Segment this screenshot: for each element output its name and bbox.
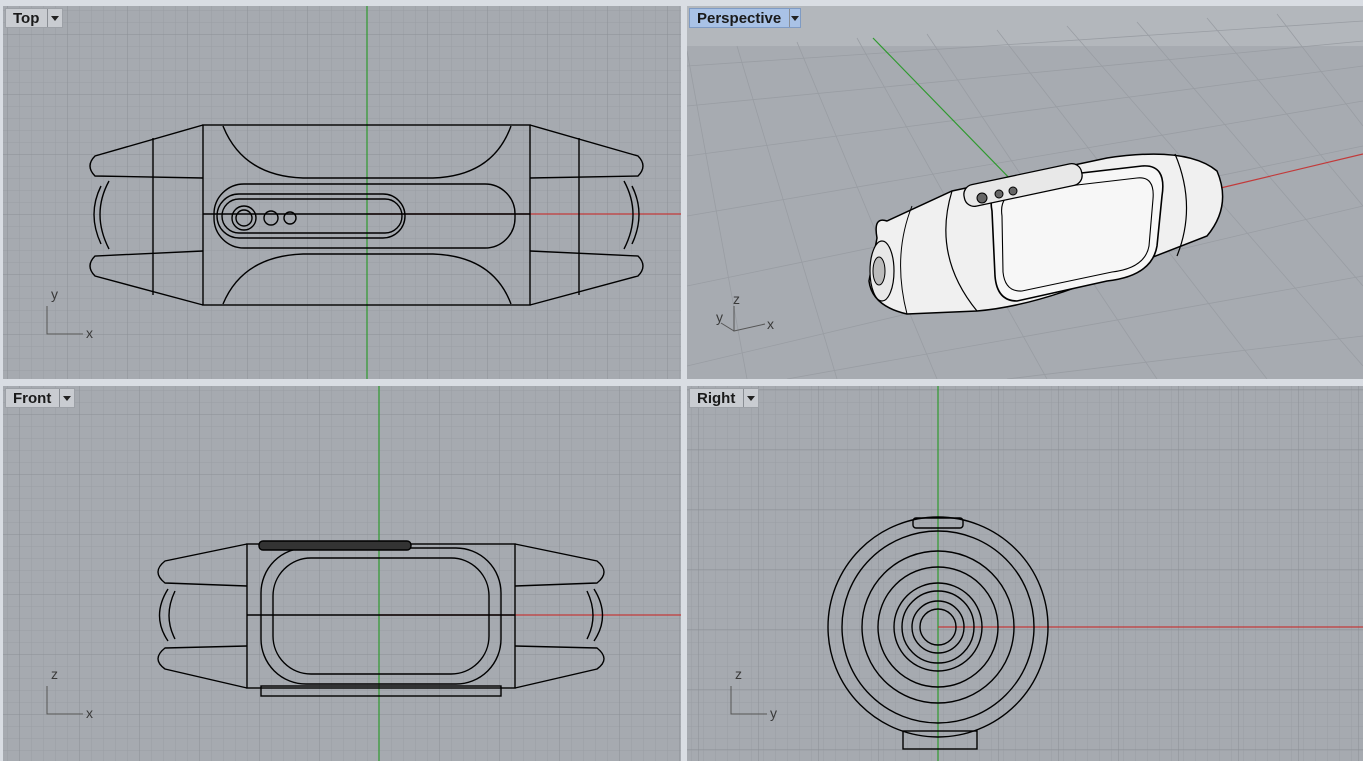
y-axis-line bbox=[872, 37, 1018, 187]
svg-text:x: x bbox=[86, 705, 93, 721]
svg-text:y: y bbox=[51, 286, 58, 302]
viewport-label-front: Front bbox=[13, 389, 52, 407]
dropdown-arrow-icon[interactable] bbox=[789, 9, 800, 27]
svg-text:y: y bbox=[770, 705, 777, 721]
dropdown-arrow-icon[interactable] bbox=[47, 9, 62, 27]
camera-model-perspective[interactable] bbox=[868, 153, 1224, 315]
front-view-canvas[interactable]: z x bbox=[3, 386, 681, 761]
viewport-front[interactable]: z x Front bbox=[3, 386, 681, 761]
viewport-tab-top[interactable]: Top bbox=[5, 8, 63, 28]
viewport-tab-perspective[interactable]: Perspective bbox=[689, 8, 801, 28]
viewport-right[interactable]: z y Right bbox=[687, 386, 1363, 761]
grid-major bbox=[687, 386, 1363, 761]
axis-gizmo-perspective: z y x bbox=[716, 291, 774, 332]
viewport-tab-front[interactable]: Front bbox=[5, 388, 75, 408]
viewport-perspective[interactable]: z y x Perspective bbox=[687, 6, 1363, 379]
right-view-canvas[interactable]: z y bbox=[687, 386, 1363, 761]
svg-text:x: x bbox=[86, 325, 93, 341]
viewport-label-right: Right bbox=[697, 389, 736, 407]
svg-text:z: z bbox=[51, 666, 58, 682]
viewport-tab-right[interactable]: Right bbox=[689, 388, 759, 408]
top-view-canvas[interactable]: y x bbox=[3, 6, 681, 379]
svg-text:y: y bbox=[716, 309, 723, 325]
viewport-label-perspective: Perspective bbox=[697, 9, 782, 27]
perspective-view-canvas[interactable]: z y x bbox=[687, 6, 1363, 379]
grid-major bbox=[3, 386, 681, 761]
svg-text:z: z bbox=[733, 291, 740, 307]
dropdown-arrow-icon[interactable] bbox=[743, 389, 758, 407]
dropdown-arrow-icon[interactable] bbox=[59, 389, 74, 407]
viewport-label-top: Top bbox=[13, 9, 40, 27]
viewport-top[interactable]: y x Top bbox=[3, 6, 681, 379]
svg-text:z: z bbox=[735, 666, 742, 682]
svg-text:x: x bbox=[767, 316, 774, 332]
